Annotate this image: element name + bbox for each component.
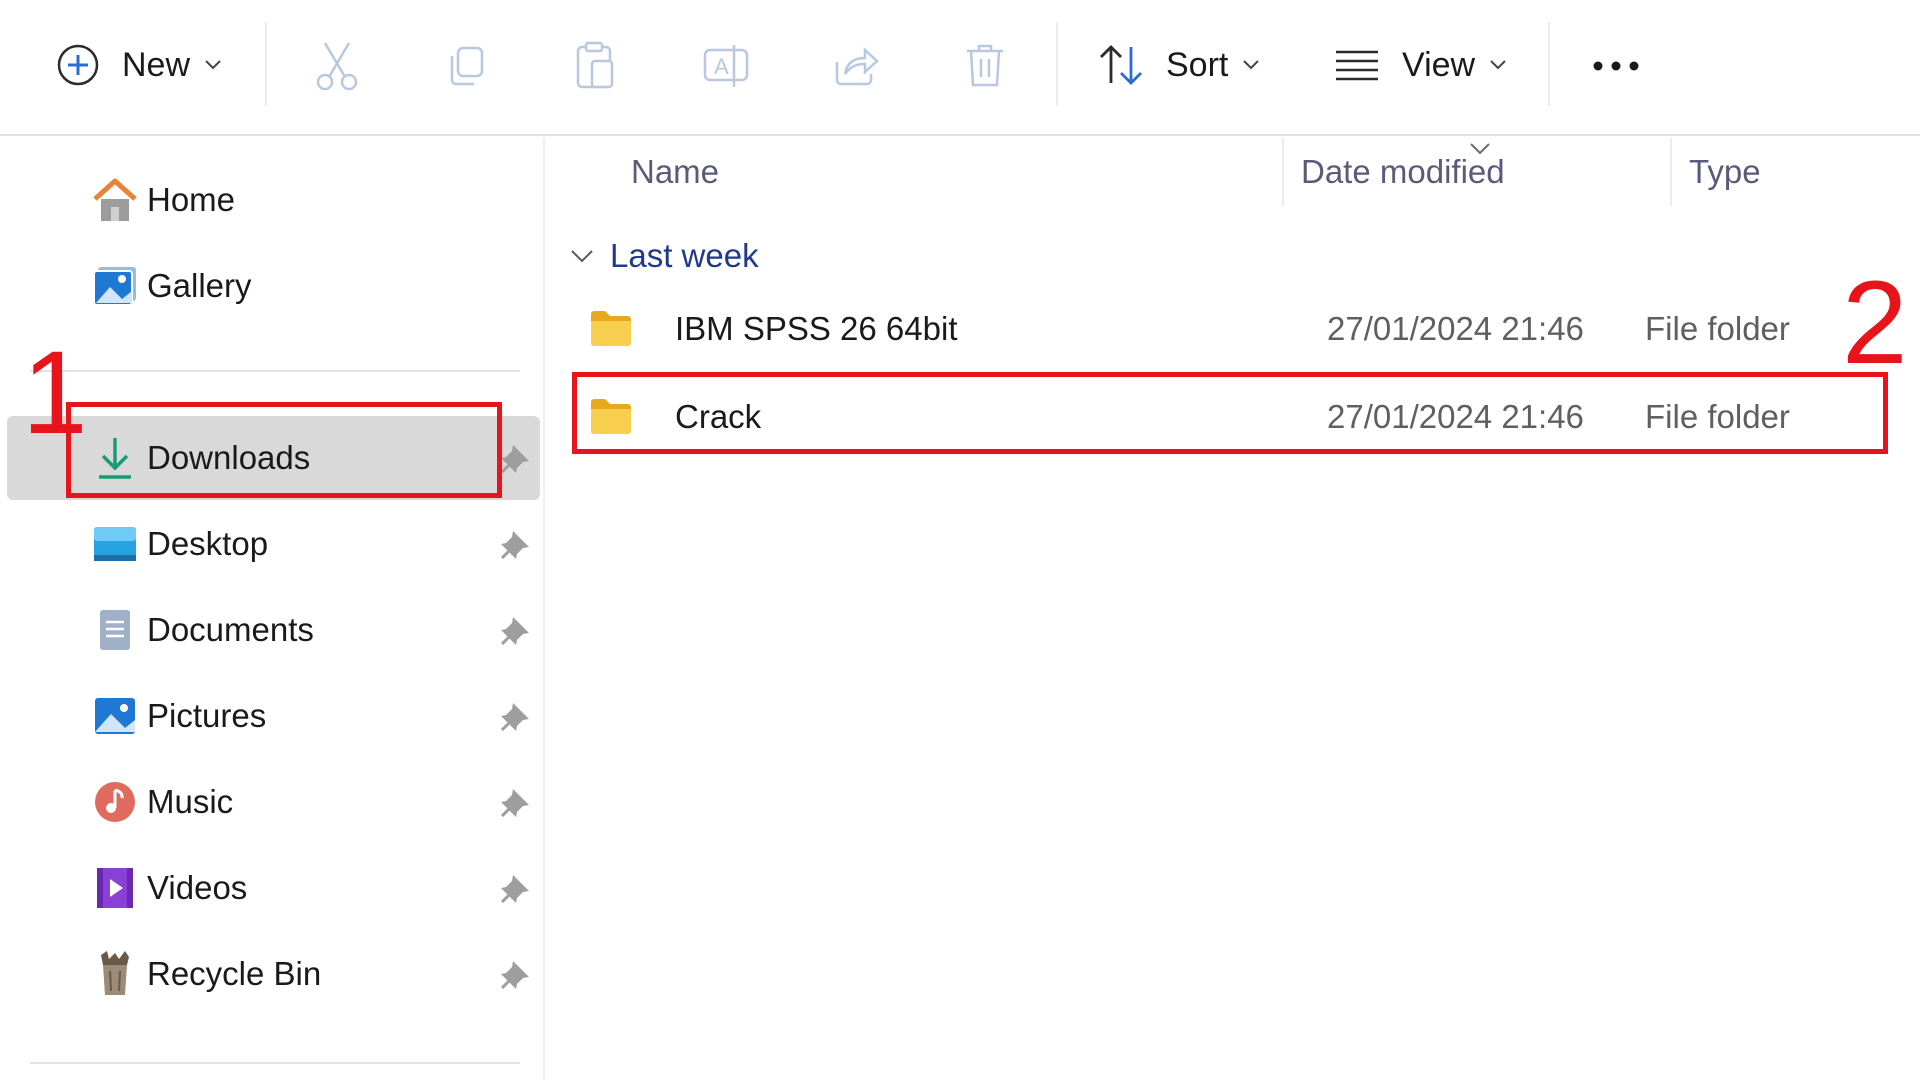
videos-icon xyxy=(91,864,139,912)
gallery-icon xyxy=(91,262,139,310)
column-header-label: Date modified xyxy=(1301,153,1505,190)
sidebar-item-recycle-bin[interactable]: Recycle Bin xyxy=(7,932,540,1016)
pin-icon xyxy=(501,875,529,903)
group-label: Last week xyxy=(610,237,759,274)
toolbar-separator xyxy=(1056,22,1058,106)
rename-icon: A xyxy=(703,45,749,87)
sidebar-item-home[interactable]: Home xyxy=(7,158,540,242)
sidebar-item-label: Recycle Bin xyxy=(147,955,322,992)
column-header-label: Name xyxy=(631,153,720,190)
sidebar-item-desktop[interactable]: Desktop xyxy=(7,502,540,586)
svg-text:A: A xyxy=(714,54,729,79)
annotation-step-2: 2 xyxy=(1842,257,1908,389)
file-list: Name Date modified Type Last week IBM SP… xyxy=(547,138,1920,1080)
sidebar-item-label: Gallery xyxy=(147,267,252,304)
paste-icon xyxy=(576,41,614,89)
sort-label: Sort xyxy=(1166,45,1229,84)
copy-icon xyxy=(450,46,484,86)
pin-icon xyxy=(501,445,529,473)
annotation-box-downloads xyxy=(66,402,502,498)
file-date-modified: 27/01/2024 21:46 xyxy=(1327,310,1584,347)
view-button[interactable]: View xyxy=(1334,30,1507,100)
pin-icon xyxy=(501,617,529,645)
sort-indicator-icon xyxy=(1470,143,1490,155)
navigation-pane: Home Gallery Downloads Desktop Documents… xyxy=(0,138,545,1080)
file-type: File folder xyxy=(1645,310,1790,347)
view-icon xyxy=(1336,50,1378,81)
toolbar-separator xyxy=(265,22,267,106)
command-bar: New A Sort View xyxy=(0,0,1920,136)
pin-icon xyxy=(501,789,529,817)
pin-icon xyxy=(501,961,529,989)
sidebar-item-label: Videos xyxy=(147,869,248,906)
chevron-down-icon xyxy=(1243,60,1260,70)
pictures-icon xyxy=(91,692,139,740)
column-separator[interactable] xyxy=(1282,138,1284,206)
plus-circle-icon xyxy=(57,44,99,86)
sidebar-item-label: Music xyxy=(147,783,234,820)
chevron-down-icon xyxy=(1490,60,1506,70)
column-header-label: Type xyxy=(1689,153,1761,190)
pin-icon xyxy=(501,531,529,559)
sidebar-divider xyxy=(30,370,520,372)
paste-button[interactable] xyxy=(566,36,626,96)
sidebar-item-pictures[interactable]: Pictures xyxy=(7,674,540,758)
view-label: View xyxy=(1402,45,1476,84)
column-header-name[interactable]: Name xyxy=(631,138,1231,206)
sidebar-item-label: Pictures xyxy=(147,697,267,734)
cut-button[interactable] xyxy=(307,36,367,96)
more-icon xyxy=(1593,61,1639,71)
share-button[interactable] xyxy=(826,36,886,96)
chevron-down-icon xyxy=(205,60,221,70)
toolbar-separator xyxy=(1548,22,1550,106)
share-icon xyxy=(835,47,879,86)
desktop-icon xyxy=(91,520,139,568)
recycle-bin-icon xyxy=(91,950,139,998)
more-options-button[interactable] xyxy=(1586,36,1646,96)
folder-icon xyxy=(591,311,631,346)
sidebar-item-label: Home xyxy=(147,181,236,218)
sort-button[interactable]: Sort xyxy=(1098,30,1260,100)
rename-button[interactable]: A xyxy=(696,36,756,96)
delete-button[interactable] xyxy=(955,36,1015,96)
sidebar-item-videos[interactable]: Videos xyxy=(7,846,540,930)
annotation-box-crack-row xyxy=(572,372,1888,454)
new-button[interactable]: New xyxy=(56,30,222,100)
column-header-type[interactable]: Type xyxy=(1689,138,1909,206)
new-label: New xyxy=(122,45,191,84)
file-row-ibm-spss[interactable]: IBM SPSS 26 64bit 27/01/2024 21:46 File … xyxy=(567,290,1907,368)
sidebar-item-documents[interactable]: Documents xyxy=(7,588,540,672)
sidebar-divider xyxy=(30,1062,520,1064)
pin-icon xyxy=(501,703,529,731)
sidebar-item-label: Documents xyxy=(147,611,314,648)
group-header-last-week[interactable]: Last week xyxy=(570,228,759,284)
cut-icon xyxy=(316,42,358,91)
file-name: IBM SPSS 26 64bit xyxy=(675,310,958,347)
sidebar-item-label: Desktop xyxy=(147,525,269,562)
chevron-down-icon xyxy=(571,250,593,263)
sidebar-item-music[interactable]: Music xyxy=(7,760,540,844)
sort-icon xyxy=(1100,45,1142,85)
annotation-step-1: 1 xyxy=(22,327,88,459)
music-icon xyxy=(91,778,139,826)
delete-icon xyxy=(967,44,1003,87)
home-icon xyxy=(91,176,139,224)
column-separator[interactable] xyxy=(1670,138,1672,206)
copy-button[interactable] xyxy=(436,36,496,96)
sidebar-item-gallery[interactable]: Gallery xyxy=(7,244,540,328)
documents-icon xyxy=(91,606,139,654)
